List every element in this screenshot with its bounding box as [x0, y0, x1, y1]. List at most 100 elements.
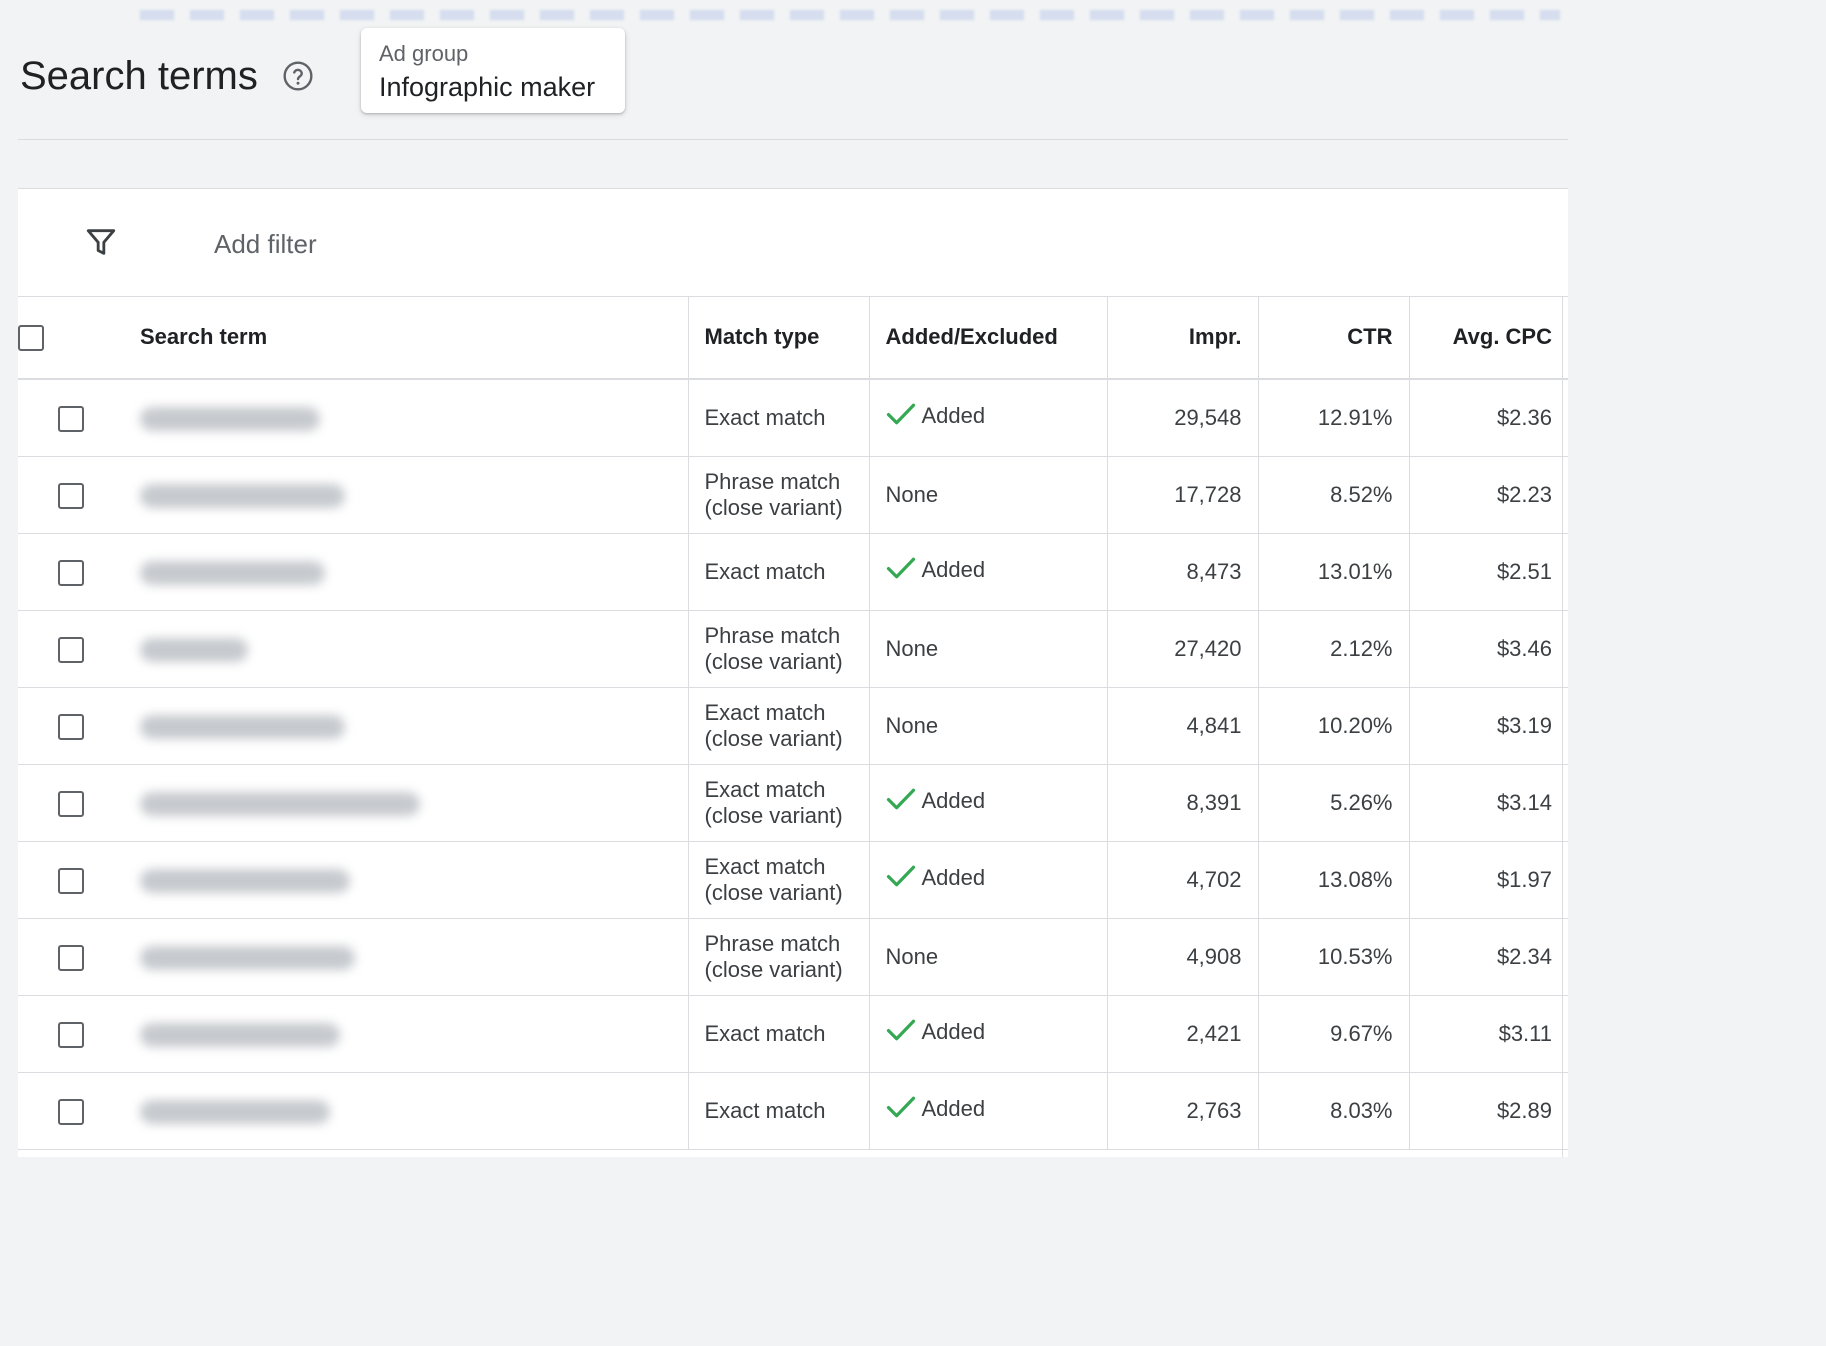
- ad-group-selector[interactable]: Ad group Infographic maker: [361, 28, 625, 113]
- table-header-row: Search term Match type Added/Excluded Im…: [18, 296, 1568, 380]
- search-term-cell: [124, 379, 688, 457]
- search-term-cell: [124, 995, 688, 1073]
- match-type-cell: Exact match (close variant): [687, 764, 869, 842]
- table-row: Exact match Added 8,473 13.01% $2.51: [18, 533, 1568, 611]
- added-excluded-status: Added: [886, 1095, 986, 1122]
- added-excluded-status: None: [886, 944, 939, 970]
- added-excluded-status: Added: [886, 557, 985, 583]
- row-checkbox-cell: [18, 918, 124, 996]
- row-checkbox-cell: [18, 841, 124, 919]
- ctr-cell: 2.12%: [1257, 610, 1409, 688]
- column-header-impr[interactable]: Impr.: [1106, 296, 1258, 380]
- ctr-cell: 13.01%: [1257, 533, 1409, 611]
- avg-cpc-cell: $2.51: [1408, 533, 1568, 611]
- impr-cell: 29,548: [1106, 379, 1258, 457]
- row-checkbox-cell: [18, 456, 124, 534]
- row-checkbox[interactable]: [58, 1098, 84, 1125]
- table-row: Phrase match (close variant) None 17,728…: [18, 456, 1568, 534]
- check-icon: [886, 1019, 915, 1041]
- row-checkbox[interactable]: [58, 482, 84, 509]
- select-all-checkbox[interactable]: [18, 324, 44, 351]
- added-excluded-status: None: [886, 636, 939, 662]
- row-checkbox[interactable]: [58, 636, 84, 663]
- check-icon: [886, 865, 915, 887]
- avg-cpc-cell: $3.14: [1408, 764, 1568, 842]
- added-excluded-label: None: [885, 713, 939, 738]
- search-term-cell: [124, 687, 688, 765]
- added-excluded-label: Added: [921, 402, 986, 428]
- column-header-search-term[interactable]: Search term: [124, 296, 688, 380]
- row-checkbox[interactable]: [58, 559, 84, 586]
- row-checkbox-cell: [18, 610, 124, 688]
- search-term-cell: [124, 764, 688, 842]
- added-excluded-label: Added: [921, 1018, 986, 1044]
- search-term-redacted: [140, 638, 248, 663]
- added-excluded-cell: Added: [868, 764, 1107, 842]
- avg-cpc-cell: $2.89: [1408, 1072, 1568, 1150]
- impr-cell: 8,473: [1106, 533, 1258, 611]
- row-checkbox[interactable]: [58, 713, 84, 740]
- column-header-match-type[interactable]: Match type: [687, 296, 869, 380]
- added-excluded-cell: None: [868, 610, 1107, 688]
- column-header-added-excluded[interactable]: Added/Excluded: [868, 296, 1107, 380]
- row-checkbox[interactable]: [58, 867, 84, 894]
- match-type-cell: Exact match: [687, 533, 869, 611]
- filter-icon[interactable]: [84, 225, 118, 259]
- row-checkbox[interactable]: [58, 405, 84, 432]
- row-checkbox-cell: [18, 764, 124, 842]
- added-excluded-cell: Added: [868, 379, 1107, 457]
- column-header-ctr[interactable]: CTR: [1257, 296, 1409, 380]
- row-checkbox[interactable]: [58, 790, 84, 817]
- added-excluded-label: None: [885, 482, 939, 507]
- search-term-cell: [124, 1072, 688, 1150]
- search-term-redacted: [140, 946, 355, 971]
- added-excluded-cell: Added: [868, 1072, 1107, 1150]
- table-row: Exact match Added 2,763 8.03% $2.89: [18, 1072, 1568, 1150]
- ctr-cell: 8.03%: [1257, 1072, 1409, 1150]
- impr-cell: 4,908: [1106, 918, 1258, 996]
- avg-cpc-cell: $3.11: [1408, 995, 1568, 1073]
- select-all-cell: [18, 296, 124, 380]
- added-excluded-label: Added: [921, 1095, 986, 1121]
- match-type-cell: Phrase match (close variant): [687, 610, 869, 688]
- added-excluded-cell: None: [868, 687, 1107, 765]
- help-icon[interactable]: [282, 60, 314, 92]
- added-excluded-status: Added: [886, 787, 986, 814]
- table-row: Exact match (close variant) Added 8,391 …: [18, 764, 1568, 842]
- impr-cell: 2,421: [1106, 995, 1258, 1073]
- page-title: Search terms: [20, 54, 258, 98]
- added-excluded-label: Added: [921, 787, 986, 813]
- impr-cell: 17,728: [1106, 456, 1258, 534]
- added-excluded-status: None: [886, 713, 939, 739]
- blurred-top-strip: [140, 10, 1560, 20]
- added-excluded-cell: Added: [868, 841, 1107, 919]
- ctr-cell: 12.91%: [1257, 379, 1409, 457]
- match-type-cell: Exact match (close variant): [687, 841, 869, 919]
- added-excluded-status: Added: [886, 402, 986, 429]
- column-divider: [1562, 296, 1563, 1157]
- search-term-redacted: [140, 561, 325, 586]
- impr-cell: 8,391: [1106, 764, 1258, 842]
- match-type-cell: Exact match: [687, 379, 869, 457]
- added-excluded-label: None: [885, 944, 939, 969]
- filter-bar: Add filter: [18, 189, 1568, 297]
- row-checkbox[interactable]: [58, 944, 84, 971]
- search-term-redacted: [140, 1023, 340, 1048]
- row-checkbox-cell: [18, 995, 124, 1073]
- table-row: Exact match (close variant) None 4,841 1…: [18, 687, 1568, 765]
- ctr-cell: 10.20%: [1257, 687, 1409, 765]
- add-filter-button[interactable]: Add filter: [214, 229, 317, 260]
- added-excluded-cell: Added: [868, 533, 1107, 611]
- row-checkbox-cell: [18, 379, 124, 457]
- added-excluded-status: Added: [886, 865, 985, 891]
- search-term-redacted: [140, 792, 420, 817]
- row-checkbox-cell: [18, 1072, 124, 1150]
- row-checkbox-cell: [18, 687, 124, 765]
- table-row: Phrase match (close variant) None 27,420…: [18, 610, 1568, 688]
- avg-cpc-cell: $1.97: [1408, 841, 1568, 919]
- column-header-avg-cpc[interactable]: Avg. CPC: [1408, 296, 1568, 380]
- row-checkbox[interactable]: [58, 1021, 84, 1048]
- search-term-cell: [124, 918, 688, 996]
- search-term-redacted: [140, 1100, 330, 1125]
- search-terms-table: Search term Match type Added/Excluded Im…: [18, 296, 1568, 1150]
